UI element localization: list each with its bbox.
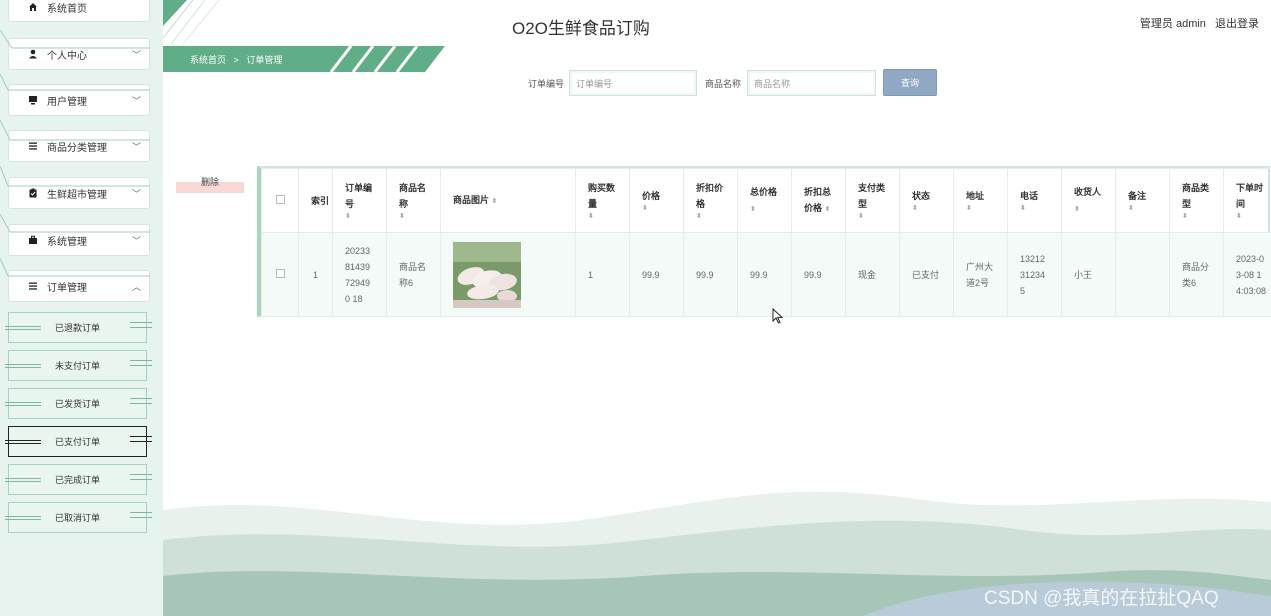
col-payment-type[interactable]: 支付类型 ⬍	[845, 168, 900, 233]
submenu-label: 已退款订单	[54, 323, 100, 333]
col-category[interactable]: 商品类型 ⬍	[1169, 168, 1224, 233]
cell-status: 已支付	[899, 232, 954, 317]
sort-icon: ⬍	[696, 212, 702, 220]
table-header-row: 索引 订单编号 ⬍ 商品名称 ⬍ 商品图片 ⬍ 购买数量 ⬍ 价格 ⬍ 折扣价格 ⬍ 总价…	[261, 168, 1271, 233]
cell-product-image	[440, 232, 576, 317]
breadcrumb: 系统首页 > 订单管理	[163, 46, 445, 72]
col-status[interactable]: 状态 ⬍	[899, 168, 954, 233]
cell-index: 1	[298, 232, 333, 317]
col-address[interactable]: 地址 ⬍	[953, 168, 1008, 233]
sort-icon: ⬍	[588, 212, 594, 220]
col-product-name[interactable]: 商品名称 ⬍	[386, 168, 441, 233]
col-order-time[interactable]: 下单时间 ⬍	[1223, 168, 1271, 233]
sidebar-decoration	[0, 29, 150, 277]
submenu-label: 已取消订单	[54, 513, 100, 523]
submenu-label: 未支付订单	[54, 361, 100, 371]
mouse-cursor-icon	[772, 308, 784, 324]
sort-icon: ⬍	[1182, 212, 1188, 220]
logout-link[interactable]: 退出登录	[1215, 18, 1259, 30]
breadcrumb-separator: >	[233, 55, 239, 65]
orders-table: 索引 订单编号 ⬍ 商品名称 ⬍ 商品图片 ⬍ 购买数量 ⬍ 价格 ⬍ 折扣价格 ⬍ 总价…	[257, 166, 1271, 317]
col-price[interactable]: 价格 ⬍	[629, 168, 684, 233]
product-name-input[interactable]: 商品名称	[747, 70, 876, 96]
cell-phone: 13212312345	[1007, 232, 1062, 317]
watermark-text: CSDN @我真的在拉扯QAQ	[984, 588, 1219, 609]
sort-icon: ⬍	[345, 212, 351, 220]
submenu-paid-orders[interactable]: 已支付订单	[5, 426, 152, 457]
cell-address: 广州大道2号	[953, 232, 1008, 317]
col-remark[interactable]: 备注 ⬍	[1115, 168, 1170, 233]
cell-product-name: 商品名称6	[386, 232, 441, 317]
col-total[interactable]: 总价格 ⬍	[737, 168, 792, 233]
sort-icon: ⬍	[399, 212, 405, 220]
order-no-label: 订单编号	[528, 79, 565, 89]
product-name-label: 商品名称	[705, 79, 742, 89]
sort-icon: ⬍	[1074, 205, 1080, 213]
sort-icon: ⬍	[912, 204, 918, 212]
submenu-label: 已发货订单	[54, 399, 100, 409]
search-button[interactable]: 查询	[883, 69, 937, 96]
cell-quantity: 1	[575, 232, 630, 317]
submenu-label: 已支付订单	[54, 437, 100, 447]
sidebar: 系统首页 个人中心 ﹀ 用户管理 ﹀ 商品分类管理 ﹀ 生鲜超市管理 ﹀ 系统管…	[0, 0, 163, 616]
header-corner-decoration	[163, 0, 220, 44]
select-all-checkbox[interactable]	[261, 168, 299, 233]
order-no-input[interactable]: 订单编号	[569, 70, 697, 96]
cell-receiver: 小王	[1061, 232, 1116, 317]
cell-price: 99.9	[629, 232, 684, 317]
delete-button[interactable]: 删除	[176, 173, 244, 193]
sort-icon: ⬍	[1236, 212, 1242, 220]
submenu-cancelled-orders[interactable]: 已取消订单	[5, 502, 152, 533]
sort-icon: ⬍	[966, 204, 972, 212]
cell-total: 99.9	[737, 232, 792, 317]
cell-order-no: 2023381439729490 18	[332, 232, 387, 317]
sort-icon: ⬍	[750, 205, 756, 213]
cell-payment-type: 现金	[845, 232, 900, 317]
row-checkbox[interactable]	[261, 232, 299, 317]
col-index[interactable]: 索引	[298, 168, 333, 233]
breadcrumb-current: 订单管理	[246, 55, 283, 65]
cell-discount-price: 99.9	[683, 232, 738, 317]
submenu-unpaid-orders[interactable]: 未支付订单	[5, 350, 152, 381]
cell-category: 商品分类6	[1169, 232, 1224, 317]
sort-icon: ⬍	[1020, 204, 1026, 212]
sort-icon: ⬍	[642, 204, 648, 212]
product-image[interactable]	[453, 241, 521, 308]
col-order-no[interactable]: 订单编号 ⬍	[332, 168, 387, 233]
col-discount-price[interactable]: 折扣价格 ⬍	[683, 168, 738, 233]
cell-discount-total: 99.9	[791, 232, 846, 317]
submenu-refunded-orders[interactable]: 已退款订单	[5, 312, 152, 343]
col-discount-total[interactable]: 折扣总价格 ⬍	[791, 168, 846, 233]
col-product-image[interactable]: 商品图片 ⬍	[440, 168, 576, 233]
app-title: O2O生鲜食品订购	[512, 19, 650, 38]
breadcrumb-home[interactable]: 系统首页	[190, 55, 226, 65]
col-quantity[interactable]: 购买数量 ⬍	[575, 168, 630, 233]
table-row[interactable]: 1 2023381439729490 18 商品名称6 1 99.9 99.9 …	[261, 232, 1271, 317]
col-receiver[interactable]: 收货人 ⬍	[1061, 168, 1116, 233]
sort-icon: ⬍	[491, 197, 498, 205]
sort-icon: ⬍	[858, 212, 864, 220]
submenu-completed-orders[interactable]: 已完成订单	[5, 464, 152, 495]
sort-icon: ⬍	[824, 205, 831, 213]
user-label: 管理员 admin	[1139, 18, 1206, 30]
col-phone[interactable]: 电话 ⬍	[1007, 168, 1062, 233]
user-area: 管理员 admin 退出登录	[1134, 15, 1259, 31]
sort-icon: ⬍	[1128, 204, 1134, 212]
submenu-label: 已完成订单	[54, 475, 100, 485]
cell-order-time: 2023-03-08 14:03:08	[1223, 232, 1271, 317]
cell-remark	[1115, 232, 1170, 317]
submenu-shipped-orders[interactable]: 已发货订单	[5, 388, 152, 419]
